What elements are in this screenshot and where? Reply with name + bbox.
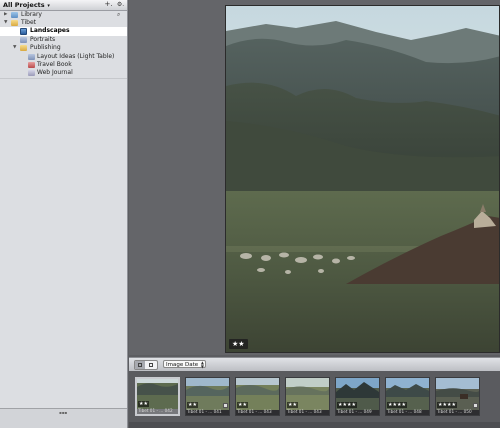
- tree-item-web-journal[interactable]: Web Journal: [0, 69, 127, 77]
- tree-item-label: Travel Book: [37, 61, 72, 68]
- thumbnail-rating: ★★★★: [337, 402, 357, 408]
- browser-filmstrip: ★★ Tibet 01 - ... 042 ★★ Tibet 01 - ... …: [129, 371, 500, 428]
- browser-toolbar: Image Date ▲ ▼: [129, 357, 500, 372]
- search-icon[interactable]: ⌕: [117, 11, 120, 19]
- divider: [0, 78, 127, 79]
- project-icon: [11, 20, 18, 26]
- thumbnail[interactable]: ★★★★ Tibet 01 - ... 050: [435, 377, 480, 416]
- thumbnail[interactable]: ★★★★ Tibet 01 - ... 049: [335, 377, 380, 416]
- thumbnail-rating: ★★: [187, 402, 198, 408]
- image-viewer: ★★: [129, 0, 500, 355]
- disclosure-triangle-icon[interactable]: ▶: [4, 11, 7, 19]
- tree-item-label: Portraits: [30, 36, 56, 43]
- tree-item-library[interactable]: ▶ Library ⌕: [0, 11, 127, 19]
- thumbnail-name: Tibet 01 - ... 043: [287, 409, 322, 414]
- all-projects-menu[interactable]: All Projects ▾: [3, 1, 50, 9]
- filmstrip-scrollbar[interactable]: [129, 422, 500, 428]
- thumbnail-rating: ★★: [138, 401, 149, 407]
- tree-item-publishing[interactable]: ▼ Publishing: [0, 44, 127, 52]
- project-icon: [20, 28, 27, 35]
- projects-panel: All Projects ▾ +. ⚙. ▶ Library ⌕ ▼ Tibet…: [0, 0, 128, 428]
- tree-item-travel-book[interactable]: Travel Book: [0, 61, 127, 69]
- disclosure-triangle-icon[interactable]: ▼: [4, 19, 7, 27]
- all-projects-label: All Projects: [3, 1, 45, 9]
- tree-item-label: Layout Ideas (Light Table): [37, 53, 115, 60]
- landscape-photo: [226, 6, 499, 352]
- rating-badge: ★★: [229, 339, 248, 349]
- thumbnail-name: Tibet 01 - ... 043: [237, 409, 272, 414]
- projects-panel-header: All Projects ▾ +. ⚙.: [0, 0, 127, 11]
- thumbnail-name: Tibet 01 - ... 049: [337, 409, 372, 414]
- projects-panel-footer: ▪▪▪: [0, 408, 127, 428]
- thumbnail-rating: ★★: [287, 402, 298, 408]
- adjustment-badge-icon: [473, 403, 478, 408]
- thumbnail[interactable]: ★★ Tibet 01 - ... 043: [285, 377, 330, 416]
- tree-item-label: Publishing: [30, 44, 61, 51]
- adjustment-badge-icon: [223, 403, 228, 408]
- main-photo[interactable]: ★★: [225, 5, 500, 353]
- book-icon: [28, 62, 35, 68]
- thumbnail[interactable]: ★★ Tibet 01 - ... 043: [235, 377, 280, 416]
- up-down-arrows-icon: ▲ ▼: [200, 360, 204, 369]
- album-icon: [20, 37, 27, 43]
- tree-item-label: Library: [21, 11, 42, 18]
- thumbnail-name: Tibet 01 - ... 041: [187, 409, 222, 414]
- thumbnail[interactable]: ★★ Tibet 01 - ... 042: [135, 377, 180, 416]
- folder-icon: [20, 45, 27, 51]
- sort-order-value: Image Date: [166, 362, 199, 368]
- tree-item-label: Web Journal: [37, 69, 73, 76]
- sort-order-select[interactable]: Image Date ▲ ▼: [163, 360, 206, 369]
- thumbnail-rating: ★★: [237, 402, 248, 408]
- thumbnail-name: Tibet 01 - ... 048: [387, 409, 422, 414]
- list-view-button[interactable]: [146, 361, 157, 369]
- library-folder-icon: [11, 12, 18, 18]
- disclosure-triangle-icon[interactable]: ▼: [13, 44, 16, 52]
- resize-handle-icon[interactable]: ▪▪▪: [59, 410, 67, 415]
- tree-item-label: Tibet: [21, 19, 36, 26]
- action-menu-button[interactable]: ⚙.: [115, 0, 126, 9]
- thumbnail-name: Tibet 01 - ... 050: [437, 409, 472, 414]
- light-table-icon: [28, 54, 35, 60]
- add-item-button[interactable]: +.: [104, 0, 113, 9]
- web-journal-icon: [28, 70, 35, 76]
- tree-item-layout-ideas[interactable]: Layout Ideas (Light Table): [0, 53, 127, 61]
- thumbnail-name: Tibet 01 - ... 042: [138, 408, 173, 413]
- grid-view-button[interactable]: [135, 361, 145, 369]
- chevron-down-icon: ▾: [45, 3, 50, 9]
- tree-item-tibet[interactable]: ▼ Tibet: [0, 19, 127, 27]
- thumbnail-rating: ★★★★: [387, 402, 407, 408]
- thumbnail[interactable]: ★★★★ Tibet 01 - ... 048: [385, 377, 430, 416]
- thumbnail-rating: ★★★★: [437, 402, 457, 408]
- thumbnail[interactable]: ★★ Tibet 01 - ... 041: [185, 377, 230, 416]
- tree-item-label: Landscapes: [30, 27, 70, 34]
- tree-item-portraits[interactable]: Portraits: [0, 36, 127, 44]
- view-mode-toggle: [134, 360, 158, 370]
- tree-item-landscapes[interactable]: Landscapes: [0, 27, 127, 36]
